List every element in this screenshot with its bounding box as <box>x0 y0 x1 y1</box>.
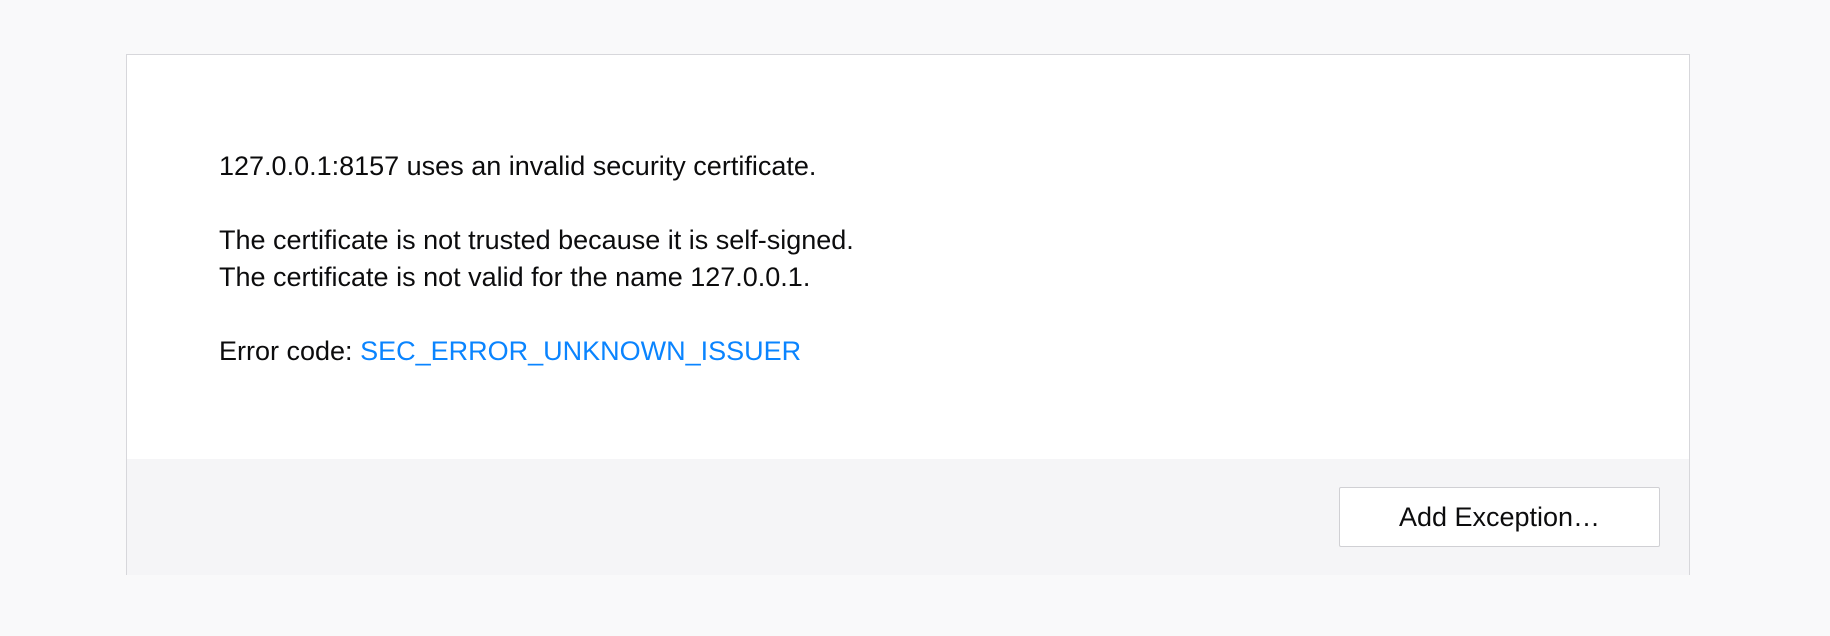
error-reason-invalid-name: The certificate is not valid for the nam… <box>219 262 811 292</box>
error-code-label: Error code: <box>219 336 361 366</box>
add-exception-button[interactable]: Add Exception… <box>1339 487 1660 547</box>
error-code-row: Error code: SEC_ERROR_UNKNOWN_ISSUER <box>219 333 1689 370</box>
error-details: 127.0.0.1:8157 uses an invalid security … <box>127 55 1689 459</box>
error-code-link[interactable]: SEC_ERROR_UNKNOWN_ISSUER <box>360 336 801 366</box>
panel-footer: Add Exception… <box>127 459 1689 575</box>
error-reason-self-signed: The certificate is not trusted because i… <box>219 225 854 255</box>
error-headline: 127.0.0.1:8157 uses an invalid security … <box>219 151 817 181</box>
certificate-error-panel: 127.0.0.1:8157 uses an invalid security … <box>126 54 1690 575</box>
